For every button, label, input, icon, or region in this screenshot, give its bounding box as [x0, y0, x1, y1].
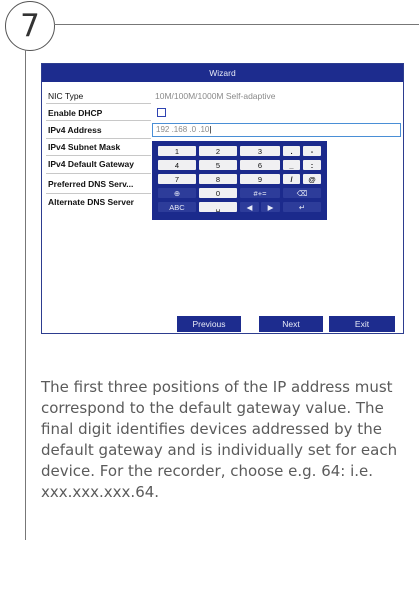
- step-number-badge: 7: [5, 1, 55, 51]
- alternate-dns-label: Alternate DNS Server: [48, 197, 134, 207]
- wizard-screenshot: Wizard NIC Type 10M/100M/1000M Self-adap…: [41, 63, 404, 334]
- top-divider: [54, 24, 419, 25]
- row-divider: [46, 120, 151, 121]
- key-4[interactable]: 4: [158, 160, 196, 170]
- ipv4-address-input[interactable]: 192 .168 .0 .10|: [152, 123, 401, 137]
- key-0[interactable]: 0: [199, 188, 237, 198]
- wizard-title-bar: Wizard: [42, 64, 403, 82]
- arrow-left-icon[interactable]: ◀: [240, 202, 259, 212]
- row-divider: [46, 103, 151, 104]
- ipv4-gateway-label: IPv4 Default Gateway: [48, 159, 134, 169]
- ipv4-address-label: IPv4 Address: [48, 125, 102, 135]
- nic-type-label: NIC Type: [48, 91, 84, 101]
- key-symbols[interactable]: #+=: [240, 188, 280, 198]
- next-button[interactable]: Next: [259, 316, 323, 332]
- side-divider: [25, 50, 26, 540]
- row-divider: [46, 155, 151, 156]
- key-7[interactable]: 7: [158, 174, 196, 184]
- backspace-icon[interactable]: ⌫: [283, 188, 321, 198]
- enable-dhcp-checkbox[interactable]: [157, 108, 166, 117]
- previous-button[interactable]: Previous: [177, 316, 241, 332]
- space-bar-icon[interactable]: ␣: [199, 202, 237, 212]
- instruction-text: The first three positions of the IP addr…: [41, 378, 398, 501]
- key-at[interactable]: @: [303, 174, 321, 184]
- row-divider: [46, 138, 151, 139]
- ipv4-address-value: 192 .168 .0 .10: [156, 125, 210, 134]
- key-slash[interactable]: /: [283, 174, 300, 184]
- preferred-dns-label: Preferred DNS Serv...: [48, 179, 134, 189]
- key-6[interactable]: 6: [240, 160, 280, 170]
- wizard-title: Wizard: [209, 68, 236, 78]
- row-divider: [46, 193, 151, 194]
- key-dash[interactable]: -: [303, 146, 321, 156]
- key-underscore[interactable]: _: [283, 160, 300, 170]
- arrow-right-icon[interactable]: ▶: [261, 202, 280, 212]
- key-5[interactable]: 5: [199, 160, 237, 170]
- step-number: 7: [20, 8, 40, 44]
- exit-button[interactable]: Exit: [329, 316, 395, 332]
- key-1[interactable]: 1: [158, 146, 196, 156]
- text-cursor: |: [209, 125, 212, 134]
- enter-icon[interactable]: ↵: [283, 202, 321, 212]
- onscreen-keyboard: 1 2 3 . - 4 5 6 _ : 7 8 9 / @ ⊕ 0 #+= ⌫ …: [152, 141, 327, 220]
- key-colon[interactable]: :: [303, 160, 321, 170]
- globe-icon[interactable]: ⊕: [158, 188, 196, 198]
- key-dot[interactable]: .: [283, 146, 300, 156]
- key-2[interactable]: 2: [199, 146, 237, 156]
- key-9[interactable]: 9: [240, 174, 280, 184]
- nic-type-value: 10M/100M/1000M Self-adaptive: [155, 91, 276, 101]
- key-3[interactable]: 3: [240, 146, 280, 156]
- key-abc[interactable]: ABC: [158, 202, 196, 212]
- key-8[interactable]: 8: [199, 174, 237, 184]
- ipv4-subnet-label: IPv4 Subnet Mask: [48, 142, 121, 152]
- enable-dhcp-label: Enable DHCP: [48, 108, 103, 118]
- row-divider: [46, 173, 151, 174]
